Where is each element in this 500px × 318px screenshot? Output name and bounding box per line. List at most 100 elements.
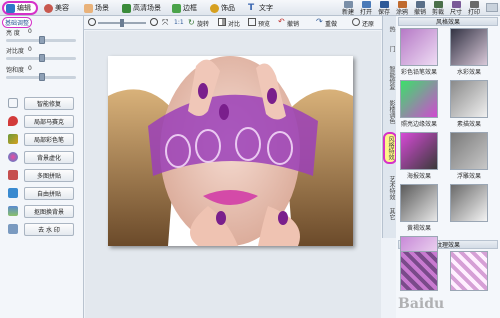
tab-style-effects[interactable]: 风格特效 [383, 132, 397, 164]
print-icon [469, 1, 479, 8]
effect-caption: 黄褐效果 [406, 225, 431, 232]
redo-button[interactable]: 重做 [325, 19, 337, 28]
tab-art-effects[interactable]: 艺术特效 [384, 176, 396, 200]
undo-button[interactable]: 撤销 [287, 19, 299, 28]
zoom-in-icon[interactable] [150, 18, 158, 26]
zoom-slider-knob[interactable] [120, 19, 124, 27]
portrait-image [108, 56, 353, 246]
effect-thumbnail[interactable] [400, 132, 438, 170]
tab-scene-label: 场景 [95, 4, 109, 12]
print-button[interactable]: 打印 [466, 1, 482, 16]
doodle-icon [397, 1, 407, 8]
texture-thumbnail[interactable] [400, 251, 438, 291]
new-button[interactable]: 新建 [340, 1, 356, 16]
rotate-button[interactable]: 旋转 [197, 19, 209, 28]
contrast-value: 0 [28, 46, 32, 53]
open-button[interactable]: 打开 [358, 1, 374, 16]
zoom-ratio[interactable]: 1:1 [174, 19, 184, 26]
tab-beauty[interactable]: 美容 [44, 2, 69, 14]
brightness-value: 0 [28, 28, 32, 35]
crop-button[interactable]: 剪裁 [430, 1, 446, 16]
saturation-knob[interactable] [39, 73, 45, 81]
effects-header: 风格效果 [398, 17, 498, 26]
flower-icon [210, 3, 219, 13]
smart-repair-button[interactable]: 智能修复 [24, 97, 74, 110]
rotate-icon: ↻ [188, 18, 195, 27]
photo[interactable] [108, 56, 353, 246]
free-collage-button[interactable]: 自由拼贴 [24, 187, 74, 200]
tab-other[interactable]: 其它 [384, 208, 396, 220]
save-button[interactable]: 保存 [376, 1, 392, 16]
text-icon: T [248, 2, 255, 13]
multi-collage-button[interactable]: 多图拼贴 [24, 169, 74, 182]
tab-accessory-label: 饰品 [221, 4, 235, 12]
tab-frame[interactable]: 边框 [172, 2, 197, 14]
effect-thumbnail[interactable] [450, 184, 488, 222]
tab-hot[interactable]: 热 [384, 26, 396, 32]
undo-top-button[interactable]: 撤销 [412, 1, 428, 16]
scene-icon [84, 3, 93, 13]
tab-beauty-label: 美容 [55, 4, 69, 12]
effect-thumbnail[interactable] [400, 184, 438, 222]
restore-icon [352, 18, 360, 26]
brightness-knob[interactable] [39, 36, 45, 44]
zoom-slider[interactable] [98, 19, 146, 27]
contrast-knob[interactable] [39, 54, 45, 62]
tab-text-label: 文字 [259, 4, 273, 12]
doodle-button[interactable]: 涂鸦 [394, 1, 410, 16]
effect-thumbnail[interactable] [450, 132, 488, 170]
tab-hd-scene-label: 高清场景 [133, 4, 161, 12]
tab-edit[interactable]: 编辑 [2, 1, 38, 15]
tab-accessory[interactable]: 饰品 [210, 2, 235, 14]
crop-icon [433, 1, 443, 8]
cutout-button[interactable]: 抠图换背景 [24, 205, 74, 218]
tab-scene[interactable]: 场景 [84, 2, 109, 14]
effect-caption: 彩色铅笔效果 [400, 69, 437, 76]
contrast-label: 对比度 [6, 48, 25, 55]
free-collage-icon [8, 188, 18, 198]
face-icon [44, 3, 53, 13]
top-menu-bar: 编辑 美容 场景 高清场景 边框 饰品 T 文字 新建 打开 保存 涂鸦 撤销 … [0, 0, 500, 16]
effect-thumbnail[interactable] [450, 28, 488, 66]
zoom-out-icon[interactable] [88, 18, 96, 26]
tab-popular[interactable]: 门 [384, 46, 396, 52]
color-pen-button[interactable]: 局部彩色笔 [24, 133, 74, 146]
tab-hd-scene[interactable]: 高清场景 [122, 2, 161, 14]
effect-caption: 海报效果 [406, 173, 431, 180]
save-label: 保存 [377, 9, 390, 16]
heart-icon [8, 116, 18, 126]
new-label: 新建 [341, 9, 354, 16]
left-panel: 基础调整 亮 度 0 对比度 0 饱和度 0 智能修复 局部马赛克 局部彩色笔 … [0, 16, 84, 318]
fit-icon[interactable]: ⤧ [162, 18, 168, 27]
compare-button[interactable]: 对比 [228, 19, 240, 28]
size-label: 尺寸 [449, 9, 462, 16]
mosaic-button[interactable]: 局部马赛克 [24, 115, 74, 128]
edit-icon [6, 3, 15, 13]
site-watermark: Baidu [398, 296, 445, 312]
effect-caption: 水彩效果 [456, 69, 481, 76]
tab-frame-label: 边框 [183, 4, 197, 12]
background-blur-button[interactable]: 背景虚化 [24, 151, 74, 164]
effect-thumbnail[interactable] [400, 80, 438, 118]
effect-thumbnail[interactable] [400, 28, 438, 66]
window-controls[interactable] [486, 3, 498, 12]
tab-text[interactable]: T 文字 [248, 2, 273, 14]
size-button[interactable]: 尺寸 [448, 1, 464, 16]
preview-button[interactable]: 预览 [258, 19, 270, 28]
color-pen-icon [8, 134, 18, 144]
texture-thumbnail[interactable] [450, 251, 488, 291]
restore-button[interactable]: 还原 [362, 19, 374, 28]
saturation-label: 饱和度 [6, 67, 25, 74]
new-icon [343, 1, 353, 8]
effect-caption: 照亮边缘效果 [400, 121, 437, 128]
undo-icon: ↶ [278, 17, 285, 26]
save-icon [379, 1, 389, 8]
size-icon [451, 1, 461, 8]
tab-studio-color[interactable]: 影楼调色 [384, 100, 396, 124]
tab-smart-repair[interactable]: 智能修复 [384, 66, 396, 90]
open-icon [361, 1, 371, 8]
effect-caption: 素描效果 [456, 121, 481, 128]
effect-thumbnail[interactable] [450, 80, 488, 118]
cutout-icon [8, 206, 18, 216]
remove-watermark-button[interactable]: 去 水 印 [24, 223, 74, 236]
